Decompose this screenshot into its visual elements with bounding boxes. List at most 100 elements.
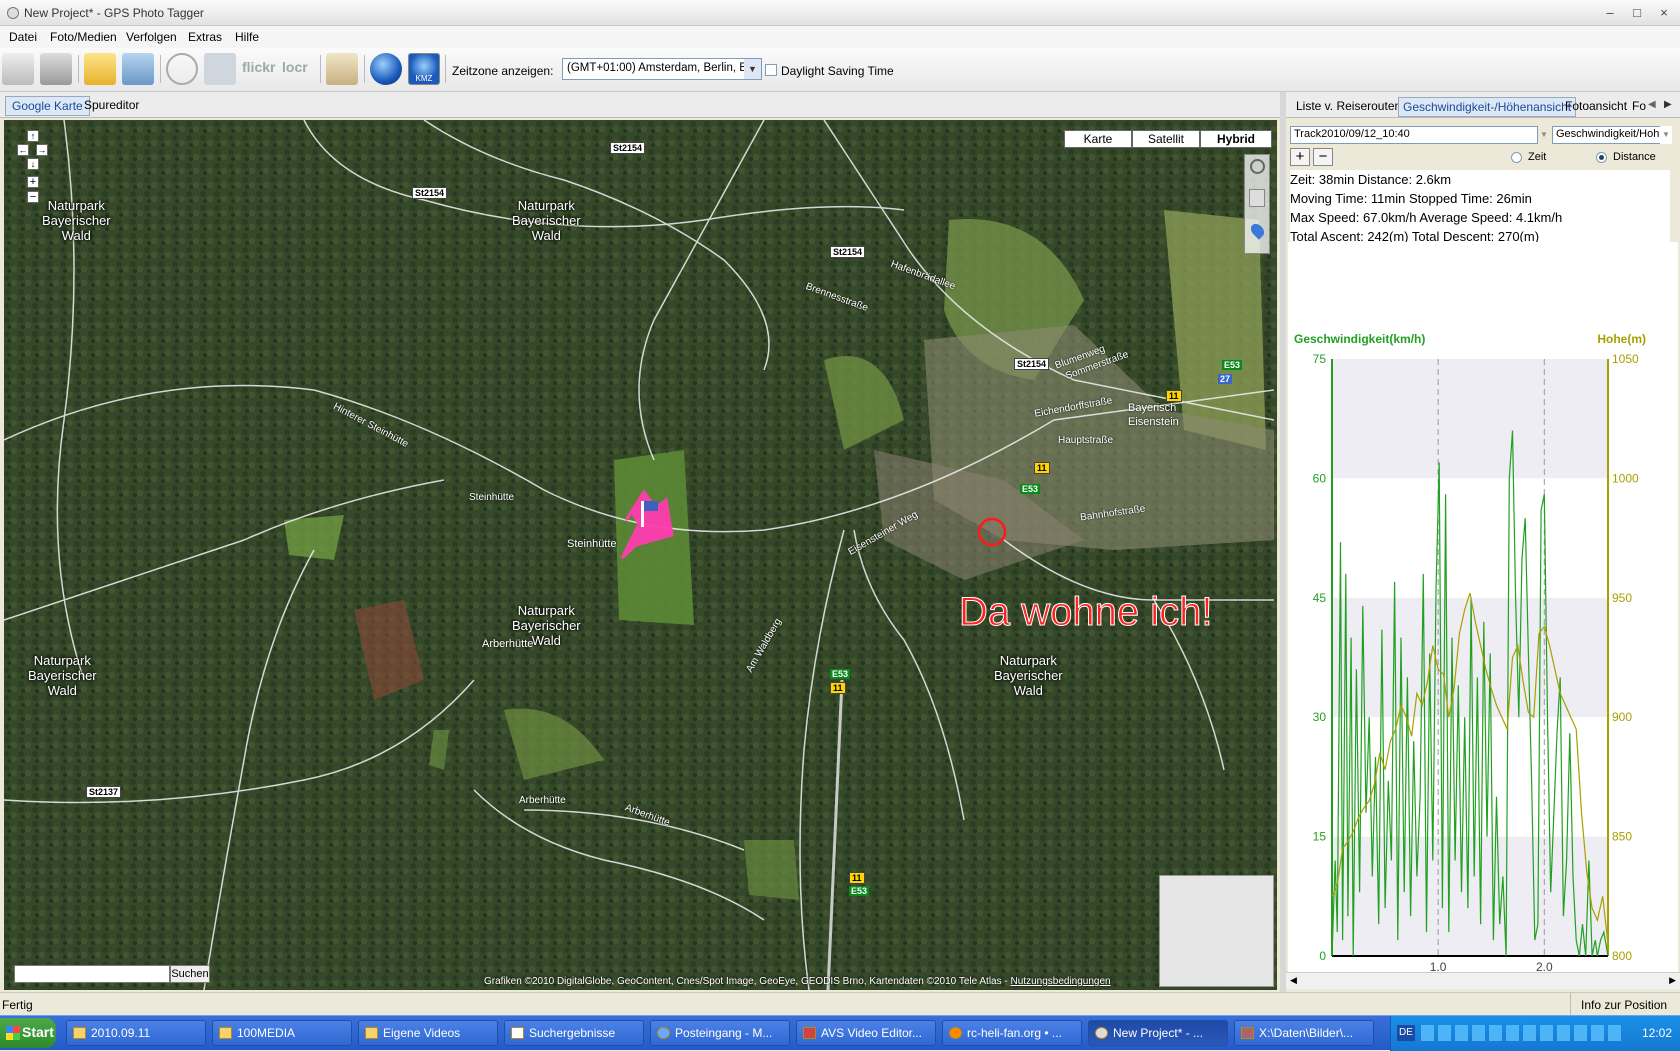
chart-scrollbar[interactable]: ◀ ▶ [1286,972,1680,989]
dst-label: Daylight Saving Time [781,64,894,78]
road-shield: St2154 [830,246,866,258]
left-tick-label: 30 [1313,710,1327,724]
tab-scroll-right-icon[interactable]: ▶ [1664,99,1672,110]
toolbar-separator [320,55,321,83]
chart-mode-select[interactable]: Geschwindigkeit/Hoh [1552,126,1672,144]
road-shield: 11 [849,872,865,884]
menu-foto-medien[interactable]: Foto/Medien [50,30,117,44]
layer-icon[interactable] [1249,189,1265,207]
chevron-down-icon[interactable]: ▼ [1660,126,1672,144]
taskbar-item[interactable]: 2010.09.11 [66,1020,206,1046]
minimize-button[interactable]: – [1600,4,1620,21]
place-label: Arberhütte [482,638,534,650]
overview-map[interactable] [1159,875,1274,987]
timezone-select[interactable]: (GMT+01:00) Amsterdam, Berlin, Bern [562,58,762,80]
google-earth-icon[interactable] [370,53,402,85]
right-pane: Liste v. Reiserouten Geschwindigkeit-/Hö… [1286,92,1680,994]
tab-speed-height[interactable]: Geschwindigkeit-/Höhenansicht [1398,97,1577,117]
tab-route-list[interactable]: Liste v. Reiserouten [1292,97,1405,117]
zoom-in-button[interactable]: + [1290,148,1310,166]
taskbar-item-active[interactable]: New Project* - ... [1088,1020,1228,1046]
open-folder-icon[interactable] [84,53,116,85]
radio-distance[interactable] [1596,152,1607,163]
streetview-control[interactable] [1244,154,1270,254]
add-photos-icon[interactable] [2,53,34,85]
taskbar-item[interactable]: Suchergebnisse [504,1020,644,1046]
scroll-left-icon[interactable]: ◀ [1290,975,1297,986]
tab-scroll-left-icon[interactable]: ◀ [1648,99,1656,110]
map-type-karte[interactable]: Karte [1064,130,1132,148]
tray-icons[interactable] [1421,1025,1621,1041]
status-bar: Fertig Info zur Position [0,992,1680,1016]
road-shield: St2154 [1014,358,1050,370]
pan-down-icon[interactable]: ↓ [27,158,39,170]
close-button[interactable]: × [1654,4,1674,21]
zoom-out-button[interactable]: − [1313,148,1333,166]
taskbar-item[interactable]: Eigene Videos [358,1020,498,1046]
taskbar-item[interactable]: X:\Daten\Bilder\... [1234,1020,1374,1046]
import-icon[interactable] [40,53,72,85]
left-tick-label: 45 [1313,591,1327,605]
photo-album-icon[interactable] [122,53,154,85]
road-shield: St2154 [610,142,646,154]
map-copyright: Grafiken ©2010 DigitalGlobe, GeoContent,… [484,976,1111,987]
chart-band [1332,359,1608,479]
track-select[interactable]: Track2010/09/12_10:40 [1290,126,1538,144]
chevron-down-icon[interactable]: ▼ [744,59,761,79]
tab-more[interactable]: Fo [1628,97,1650,117]
pin-icon[interactable] [1248,221,1267,240]
map-search-input[interactable] [14,965,170,983]
taskbar-item[interactable]: Posteingang - M... [650,1020,790,1046]
speed-height-chart[interactable]: 1.0 2.0 75 60 45 30 15 0 1050 1000 950 900 850 800 Ges… [1288,242,1678,994]
radio-zeit[interactable] [1511,152,1522,163]
timezone-label: Zeitzone anzeigen: [452,64,554,78]
right-tick-label: 1050 [1612,352,1639,366]
taskbar-item[interactable]: 100MEDIA [212,1020,352,1046]
road-shield: E53 [1222,360,1243,370]
rotate-icon[interactable] [1250,159,1265,174]
zoom-in-icon[interactable]: + [27,176,39,188]
folder-icon [73,1027,86,1039]
pan-right-icon[interactable]: → [36,144,48,156]
export-icon[interactable] [326,53,358,85]
street-label: Steinhütte [469,492,515,503]
taskbar-item[interactable]: AVS Video Editor... [796,1020,936,1046]
tab-google-karte[interactable]: Google Karte [5,96,90,116]
maximize-button[interactable]: □ [1627,4,1647,21]
video-editor-icon [803,1027,816,1039]
tab-spureditor[interactable]: Spureditor [78,96,145,116]
zoom-out-icon[interactable]: − [27,191,39,203]
stat-line: Moving Time: 11min Stopped Time: 26min [1290,191,1532,206]
app-icon [7,7,19,19]
chevron-down-icon[interactable]: ▼ [1538,126,1550,144]
map-type-satellit[interactable]: Satellit [1132,130,1200,148]
google-map[interactable]: ↑ ← → ↓ + − Karte Satellit Hybrid Naturp… [4,120,1277,990]
map-search-button[interactable]: Suchen [170,965,210,983]
pan-left-icon[interactable]: ← [17,144,29,156]
pan-up-icon[interactable]: ↑ [27,130,39,142]
scroll-right-icon[interactable]: ▶ [1669,975,1676,986]
menu-hilfe[interactable]: Hilfe [235,30,259,44]
road-shield: St2154 [412,187,448,199]
dst-checkbox[interactable] [765,64,777,76]
menu-extras[interactable]: Extras [188,30,222,44]
road-shield: St2137 [86,786,122,798]
map-pan-zoom-control[interactable]: ↑ ← → ↓ + − [17,130,48,203]
place-label: Eisenstein [1128,416,1179,428]
map-type-hybrid[interactable]: Hybrid [1200,130,1272,148]
menu-verfolgen[interactable]: Verfolgen [126,30,177,44]
tab-photo-view[interactable]: Fotoansicht [1561,97,1631,117]
clock-icon[interactable] [166,53,198,85]
menu-datei[interactable]: Datei [9,30,37,44]
camera-icon[interactable] [204,53,236,85]
taskbar-item[interactable]: rc-heli-fan.org • ... [942,1020,1082,1046]
kmz-icon[interactable]: KMZ [408,53,440,85]
taskbar: Start 2010.09.11 100MEDIA Eigene Videos … [0,1015,1680,1051]
right-tick-label: 1000 [1612,471,1639,485]
street-label: Hauptstraße [1058,435,1114,446]
x-tick-label: 2.0 [1536,960,1553,972]
language-indicator[interactable]: DE [1397,1025,1415,1041]
flickr-icon[interactable]: flickr [242,53,275,85]
terms-link[interactable]: Nutzungsbedingungen [1011,976,1111,987]
locr-icon[interactable]: locr [282,53,314,85]
